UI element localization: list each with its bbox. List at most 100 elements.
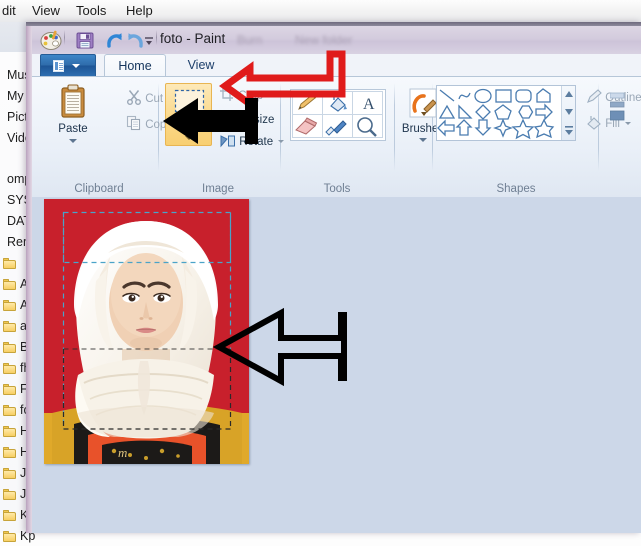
explorer-menu-bar: dit View Tools Help <box>0 0 641 23</box>
group-separator-image <box>280 83 281 171</box>
fill-with-color-icon <box>330 95 347 112</box>
triangle-shape-icon <box>438 104 456 119</box>
menu-item-view[interactable]: View <box>32 3 60 18</box>
canvas-image[interactable]: m <box>44 199 249 464</box>
quick-access-toolbar <box>36 29 158 51</box>
paste-button[interactable]: Paste <box>46 83 100 145</box>
quick-access-icons <box>40 30 153 51</box>
folder-icon <box>3 258 16 269</box>
tab-view[interactable]: View <box>172 54 230 76</box>
polygon-shape-icon <box>536 88 551 103</box>
select-rectangle-icon <box>174 89 205 113</box>
resize-button[interactable]: Resize <box>219 111 274 126</box>
explorer-new-folder-ghost-text: New folder <box>295 33 353 47</box>
screen-root: dit View Tools Help Burn New folder MusM… <box>0 0 641 543</box>
folder-icon <box>3 468 16 479</box>
folder-icon <box>3 405 16 416</box>
tools-palette: A <box>290 89 386 141</box>
ribbon-tab-strip: Home View <box>32 54 641 76</box>
folder-icon <box>3 447 16 458</box>
diamond-shape-icon <box>475 104 491 120</box>
paint-window-title: foto - Paint <box>160 31 226 46</box>
cut-icon <box>127 90 141 105</box>
app-menu-document-icon <box>53 60 64 72</box>
paint-application-menu-button[interactable] <box>40 54 96 76</box>
group-separator-tools <box>394 83 395 171</box>
folder-icon <box>3 300 16 311</box>
group-label-image: Image <box>202 183 234 195</box>
rotate-button[interactable]: Rotate <box>219 133 285 148</box>
magnifier-icon <box>357 117 377 137</box>
cut-button-label: Cut <box>145 93 164 105</box>
undo-icon <box>107 33 122 48</box>
hexagon-shape-icon <box>518 105 534 119</box>
tools-icons: A <box>292 91 383 138</box>
folder-icon <box>3 489 16 500</box>
menu-item-help[interactable]: Help <box>126 3 153 18</box>
fill-icon <box>587 116 601 130</box>
select-button[interactable]: Select <box>165 83 212 146</box>
crop-icon <box>220 88 233 101</box>
resize-icon <box>219 111 236 125</box>
customize-quick-access-dropdown-icon <box>145 37 153 45</box>
svg-text:A: A <box>363 96 375 113</box>
shapes-gallery[interactable] <box>436 85 576 141</box>
brushes-dropdown-arrow-icon[interactable] <box>419 138 427 142</box>
save-icon <box>76 32 94 49</box>
text-icon: A <box>363 96 375 113</box>
qat-separator-2 <box>156 30 157 45</box>
qat-separator-1 <box>64 30 65 45</box>
shapes-icons <box>437 88 555 140</box>
right-triangle-shape-icon <box>458 104 473 119</box>
scroll-up-arrow-icon <box>565 91 573 97</box>
redo-icon <box>128 33 143 48</box>
rotate-icon <box>220 135 235 148</box>
crop-button[interactable]: Crop <box>219 87 263 102</box>
folder-icon <box>3 384 16 395</box>
paint-window: foto - Paint Burn New folder Home View C… <box>26 22 641 533</box>
menu-item-tools[interactable]: Tools <box>76 3 106 18</box>
right-arrow-shape-icon <box>535 103 553 121</box>
colors-palette-swatches <box>609 92 625 121</box>
paint-palette-icon <box>40 30 62 51</box>
group-label-clipboard: Clipboard <box>74 183 124 195</box>
scroll-more-icon <box>565 126 573 135</box>
rotate-dropdown-arrow-icon[interactable] <box>278 140 285 143</box>
chevron-down-icon <box>72 64 80 68</box>
folder-icon <box>3 426 16 437</box>
down-arrow-shape-icon <box>474 119 492 136</box>
pencil-icon <box>298 92 318 110</box>
select-dropdown-arrow-icon[interactable] <box>184 136 193 140</box>
crop-button-label: Crop <box>238 90 264 102</box>
passport-photo: m <box>44 199 249 464</box>
rotate-button-label: Rotate <box>239 136 274 148</box>
menu-item-edit[interactable]: dit <box>2 3 16 18</box>
tab-home[interactable]: Home <box>104 54 166 76</box>
four-point-star-shape-icon <box>493 118 513 138</box>
folder-icon <box>3 321 16 332</box>
select-button-label: Select <box>173 120 206 132</box>
five-point-star-shape-icon <box>511 118 535 140</box>
folder-icon <box>3 279 16 290</box>
colors-palette[interactable] <box>609 91 632 135</box>
paste-dropdown-arrow-icon[interactable] <box>69 139 77 143</box>
explorer-burn-ghost-text: Burn <box>237 33 263 47</box>
cut-button[interactable]: Cut <box>126 89 163 105</box>
resize-button-label: Resize <box>239 114 275 126</box>
oval-shape-icon <box>474 88 492 104</box>
paste-icon <box>61 84 85 118</box>
folder-icon <box>3 342 16 353</box>
paste-button-label: Paste <box>58 123 88 135</box>
shapes-gallery-scrollbar[interactable] <box>561 86 575 140</box>
svg-text:m: m <box>118 445 127 460</box>
up-arrow-shape-icon <box>455 119 473 136</box>
left-arrow-shape-icon <box>437 119 455 137</box>
paint-canvas-area[interactable]: m <box>32 197 641 533</box>
curve-shape-icon <box>458 92 471 100</box>
color-picker-icon <box>325 120 347 136</box>
paint-title-bar[interactable]: foto - Paint Burn New folder <box>32 26 641 54</box>
line-shape-icon <box>439 89 455 102</box>
folder-icon <box>3 363 16 374</box>
scroll-down-arrow-icon <box>565 109 573 115</box>
pentagon-shape-icon <box>494 104 512 120</box>
